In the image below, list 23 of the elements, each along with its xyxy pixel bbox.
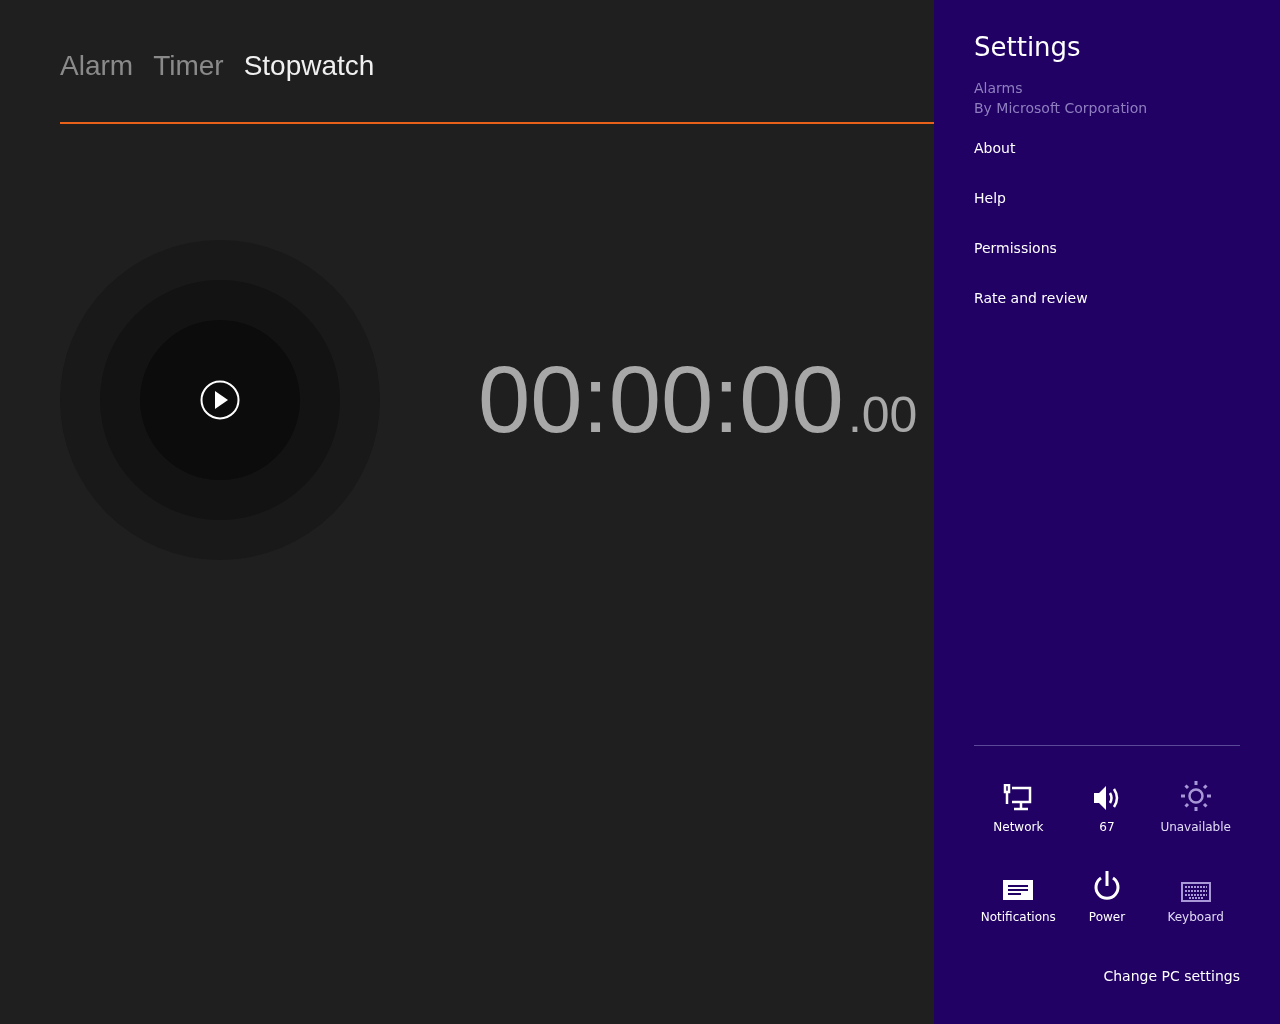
- settings-link[interactable]: Permissions: [974, 239, 1240, 258]
- quick-setting[interactable]: 67: [1062, 774, 1152, 834]
- change-pc-settings-link[interactable]: Change PC settings: [1103, 968, 1240, 984]
- tab[interactable]: Alarm: [60, 50, 134, 82]
- settings-link[interactable]: About: [974, 139, 1240, 158]
- play-icon: [200, 380, 240, 420]
- message-icon: [1003, 880, 1034, 902]
- quick-setting[interactable]: Network: [974, 774, 1063, 834]
- power-icon: [1092, 870, 1122, 902]
- sun-icon: [1179, 780, 1212, 812]
- pane-title: Settings: [974, 32, 1082, 62]
- settings-link[interactable]: Rate and review: [974, 289, 1240, 308]
- quick-setting[interactable]: Power: [1062, 864, 1152, 924]
- quick-setting[interactable]: Notifications: [974, 864, 1063, 924]
- elapsed-fraction: .00: [847, 386, 918, 444]
- monitor-icon: [1003, 784, 1034, 812]
- settings-link[interactable]: Help: [974, 189, 1240, 208]
- elapsed-time: 00:00:00: [478, 346, 844, 454]
- tab[interactable]: Stopwatch: [243, 50, 375, 82]
- publisher: By Microsoft Corporation: [974, 99, 1149, 118]
- tab[interactable]: Timer: [153, 50, 224, 82]
- keyboard-icon: [1180, 882, 1211, 902]
- app-name: Alarms: [974, 79, 1024, 98]
